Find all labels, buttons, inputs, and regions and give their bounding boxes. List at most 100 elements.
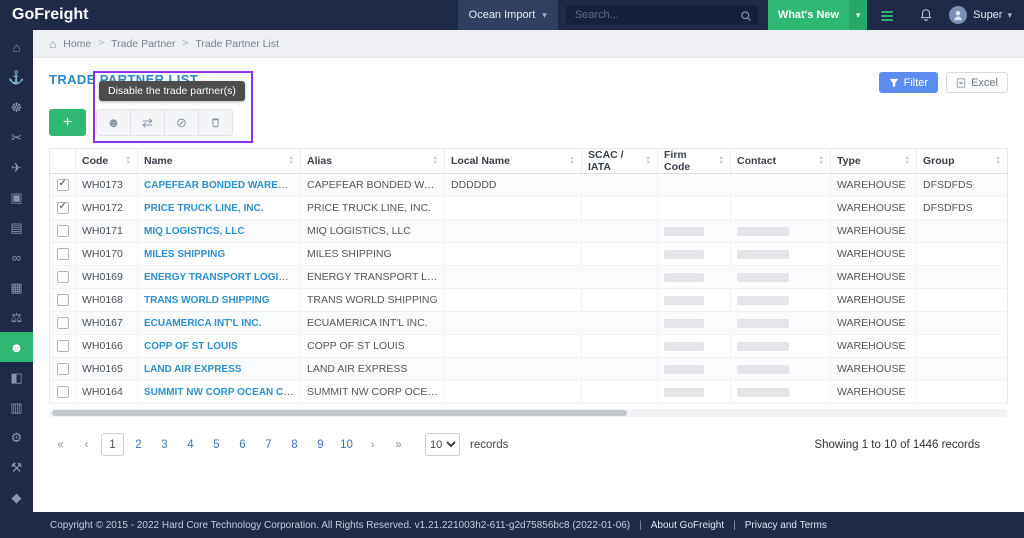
user-menu[interactable]: Super	[973, 9, 1002, 21]
row-checkbox[interactable]	[57, 363, 69, 375]
delete-button[interactable]	[198, 109, 233, 136]
row-checkbox[interactable]	[57, 202, 69, 214]
notifications-bell-icon[interactable]	[911, 0, 941, 30]
module-select[interactable]: Ocean Import ▾	[458, 0, 558, 30]
sort-icon[interactable]: ▲▼	[996, 156, 1001, 166]
pagination-page-5[interactable]: 5	[205, 433, 228, 456]
partner-name-link[interactable]: ENERGY TRANSPORT LOGISTICS	[144, 271, 301, 283]
partner-name-link[interactable]: SUMMIT NW CORP OCEAN CFS	[144, 386, 296, 398]
pagination-page-7[interactable]: 7	[257, 433, 280, 456]
row-checkbox[interactable]	[57, 179, 69, 191]
partner-name-link[interactable]: TRANS WORLD SHIPPING	[144, 295, 270, 306]
horizontal-scrollbar-track[interactable]	[49, 409, 1008, 417]
sort-icon[interactable]: ▲▼	[126, 156, 131, 166]
pagination-page-9[interactable]: 9	[309, 433, 332, 456]
sidebar-item-home[interactable]: ⌂	[0, 32, 33, 62]
sidebar-item-settings[interactable]: ⚙	[0, 422, 33, 452]
pagination-first[interactable]: «	[49, 433, 72, 456]
add-partner-group-button[interactable]: ☻	[96, 109, 131, 136]
column-header-scac-iata[interactable]: SCAC / IATA ▲▼	[582, 149, 658, 174]
sidebar-item-ocean-import[interactable]: ⚓	[0, 62, 33, 92]
user-avatar[interactable]	[949, 6, 967, 24]
sidebar-item-tools[interactable]: ⚒	[0, 452, 33, 482]
breadcrumb-item[interactable]: Trade Partner	[111, 38, 175, 50]
cell-scac-iata	[582, 220, 658, 243]
pagination-last[interactable]: »	[387, 433, 410, 456]
sidebar-item-accounting[interactable]: ⚖	[0, 302, 33, 332]
sort-icon[interactable]: ▲▼	[289, 156, 294, 166]
column-header-label: SCAC / IATA	[588, 149, 642, 173]
column-header-firm-code[interactable]: Firm Code▲▼	[658, 149, 731, 174]
sort-icon[interactable]: ▲▼	[433, 156, 438, 166]
pagination-page-8[interactable]: 8	[283, 433, 306, 456]
row-checkbox[interactable]	[57, 317, 69, 329]
pagination-prev[interactable]: ‹	[75, 433, 98, 456]
partner-name-link[interactable]: LAND AIR EXPRESS	[144, 364, 241, 375]
pagination-page-1[interactable]: 1	[101, 433, 124, 456]
partner-name-link[interactable]: PRICE TRUCK LINE, INC.	[144, 203, 263, 214]
pagination-page-2[interactable]: 2	[127, 433, 150, 456]
home-icon[interactable]: ⌂	[49, 37, 56, 51]
cell-code: WH0169	[76, 266, 138, 289]
redacted-value	[664, 227, 704, 236]
merge-button[interactable]: ⇄	[130, 109, 165, 136]
page-size-select[interactable]: 10	[425, 433, 460, 456]
pagination-page-10[interactable]: 10	[335, 433, 358, 456]
sidebar-item-trucking[interactable]: ▣	[0, 182, 33, 212]
column-header-name[interactable]: Name▲▼	[138, 149, 301, 174]
sort-icon[interactable]: ▲▼	[819, 156, 824, 166]
privacy-link[interactable]: Privacy and Terms	[745, 520, 827, 531]
pagination-next[interactable]: ›	[361, 433, 384, 456]
excel-button-label: Excel	[971, 77, 998, 89]
row-checkbox[interactable]	[57, 271, 69, 283]
pagination-page-3[interactable]: 3	[153, 433, 176, 456]
partner-name-link[interactable]: MILES SHIPPING	[144, 249, 225, 260]
column-header-group[interactable]: Group▲▼	[917, 149, 1008, 174]
sort-icon[interactable]: ▲▼	[570, 156, 575, 166]
sidebar-item-consolidation[interactable]: ✂	[0, 122, 33, 152]
search-icon[interactable]	[740, 9, 752, 27]
pagination-page-6[interactable]: 6	[231, 433, 254, 456]
sidebar-item-trade-partner[interactable]: ☻	[0, 332, 33, 362]
disable-button[interactable]: ⊘	[164, 109, 199, 136]
sort-icon[interactable]: ▲▼	[646, 156, 651, 166]
column-header-type[interactable]: Type▲▼	[831, 149, 917, 174]
filter-button[interactable]: Filter	[879, 72, 938, 93]
horizontal-scrollbar-thumb[interactable]	[52, 410, 627, 416]
cell-name: COPP OF ST LOUIS	[138, 335, 301, 358]
head-actions: Filter Excel	[879, 72, 1008, 93]
sidebar-item-ledger[interactable]: ▥	[0, 392, 33, 422]
column-header-code[interactable]: Code▲▼	[76, 149, 138, 174]
sidebar-item-air-freight[interactable]: ✈	[0, 152, 33, 182]
breadcrumb-item[interactable]: Home	[63, 38, 91, 50]
sort-icon[interactable]: ▲▼	[719, 156, 724, 166]
sidebar-item-warehouse[interactable]: ▤	[0, 212, 33, 242]
add-trade-partner-button[interactable]: +	[49, 109, 86, 136]
partner-name-link[interactable]: MIQ LOGISTICS, LLC	[144, 226, 245, 237]
quick-menu-icon[interactable]	[881, 0, 911, 30]
sidebar-item-network[interactable]: ∞	[0, 242, 33, 272]
sort-icon[interactable]: ▲▼	[905, 156, 910, 166]
row-checkbox[interactable]	[57, 248, 69, 260]
partner-name-link[interactable]: ECUAMERICA INT'L INC.	[144, 318, 261, 329]
column-header-local-name[interactable]: Local Name▲▼	[445, 149, 582, 174]
partner-name-link[interactable]: CAPEFEAR BONDED WAREHOUSEDDD...	[144, 179, 301, 191]
whats-new-button[interactable]: What's New ▾	[768, 0, 867, 30]
column-header-alias[interactable]: Alias▲▼	[301, 149, 445, 174]
breadcrumb-item[interactable]: Trade Partner List	[195, 38, 279, 50]
sidebar-item-reports[interactable]: ◧	[0, 362, 33, 392]
row-checkbox[interactable]	[57, 225, 69, 237]
row-checkbox[interactable]	[57, 386, 69, 398]
partner-name-link[interactable]: COPP OF ST LOUIS	[144, 341, 238, 352]
excel-export-button[interactable]: Excel	[946, 72, 1008, 93]
row-checkbox[interactable]	[57, 294, 69, 306]
sidebar-item-ocean-export[interactable]: ☸	[0, 92, 33, 122]
sidebar-item-admin[interactable]: ◆	[0, 482, 33, 512]
search-input[interactable]	[566, 5, 758, 25]
row-checkbox[interactable]	[57, 340, 69, 352]
column-header-contact[interactable]: Contact▲▼	[731, 149, 831, 174]
about-link[interactable]: About GoFreight	[651, 520, 724, 531]
sidebar-item-schedule[interactable]: ▦	[0, 272, 33, 302]
app-logo[interactable]: GoFreight	[0, 6, 100, 24]
pagination-page-4[interactable]: 4	[179, 433, 202, 456]
